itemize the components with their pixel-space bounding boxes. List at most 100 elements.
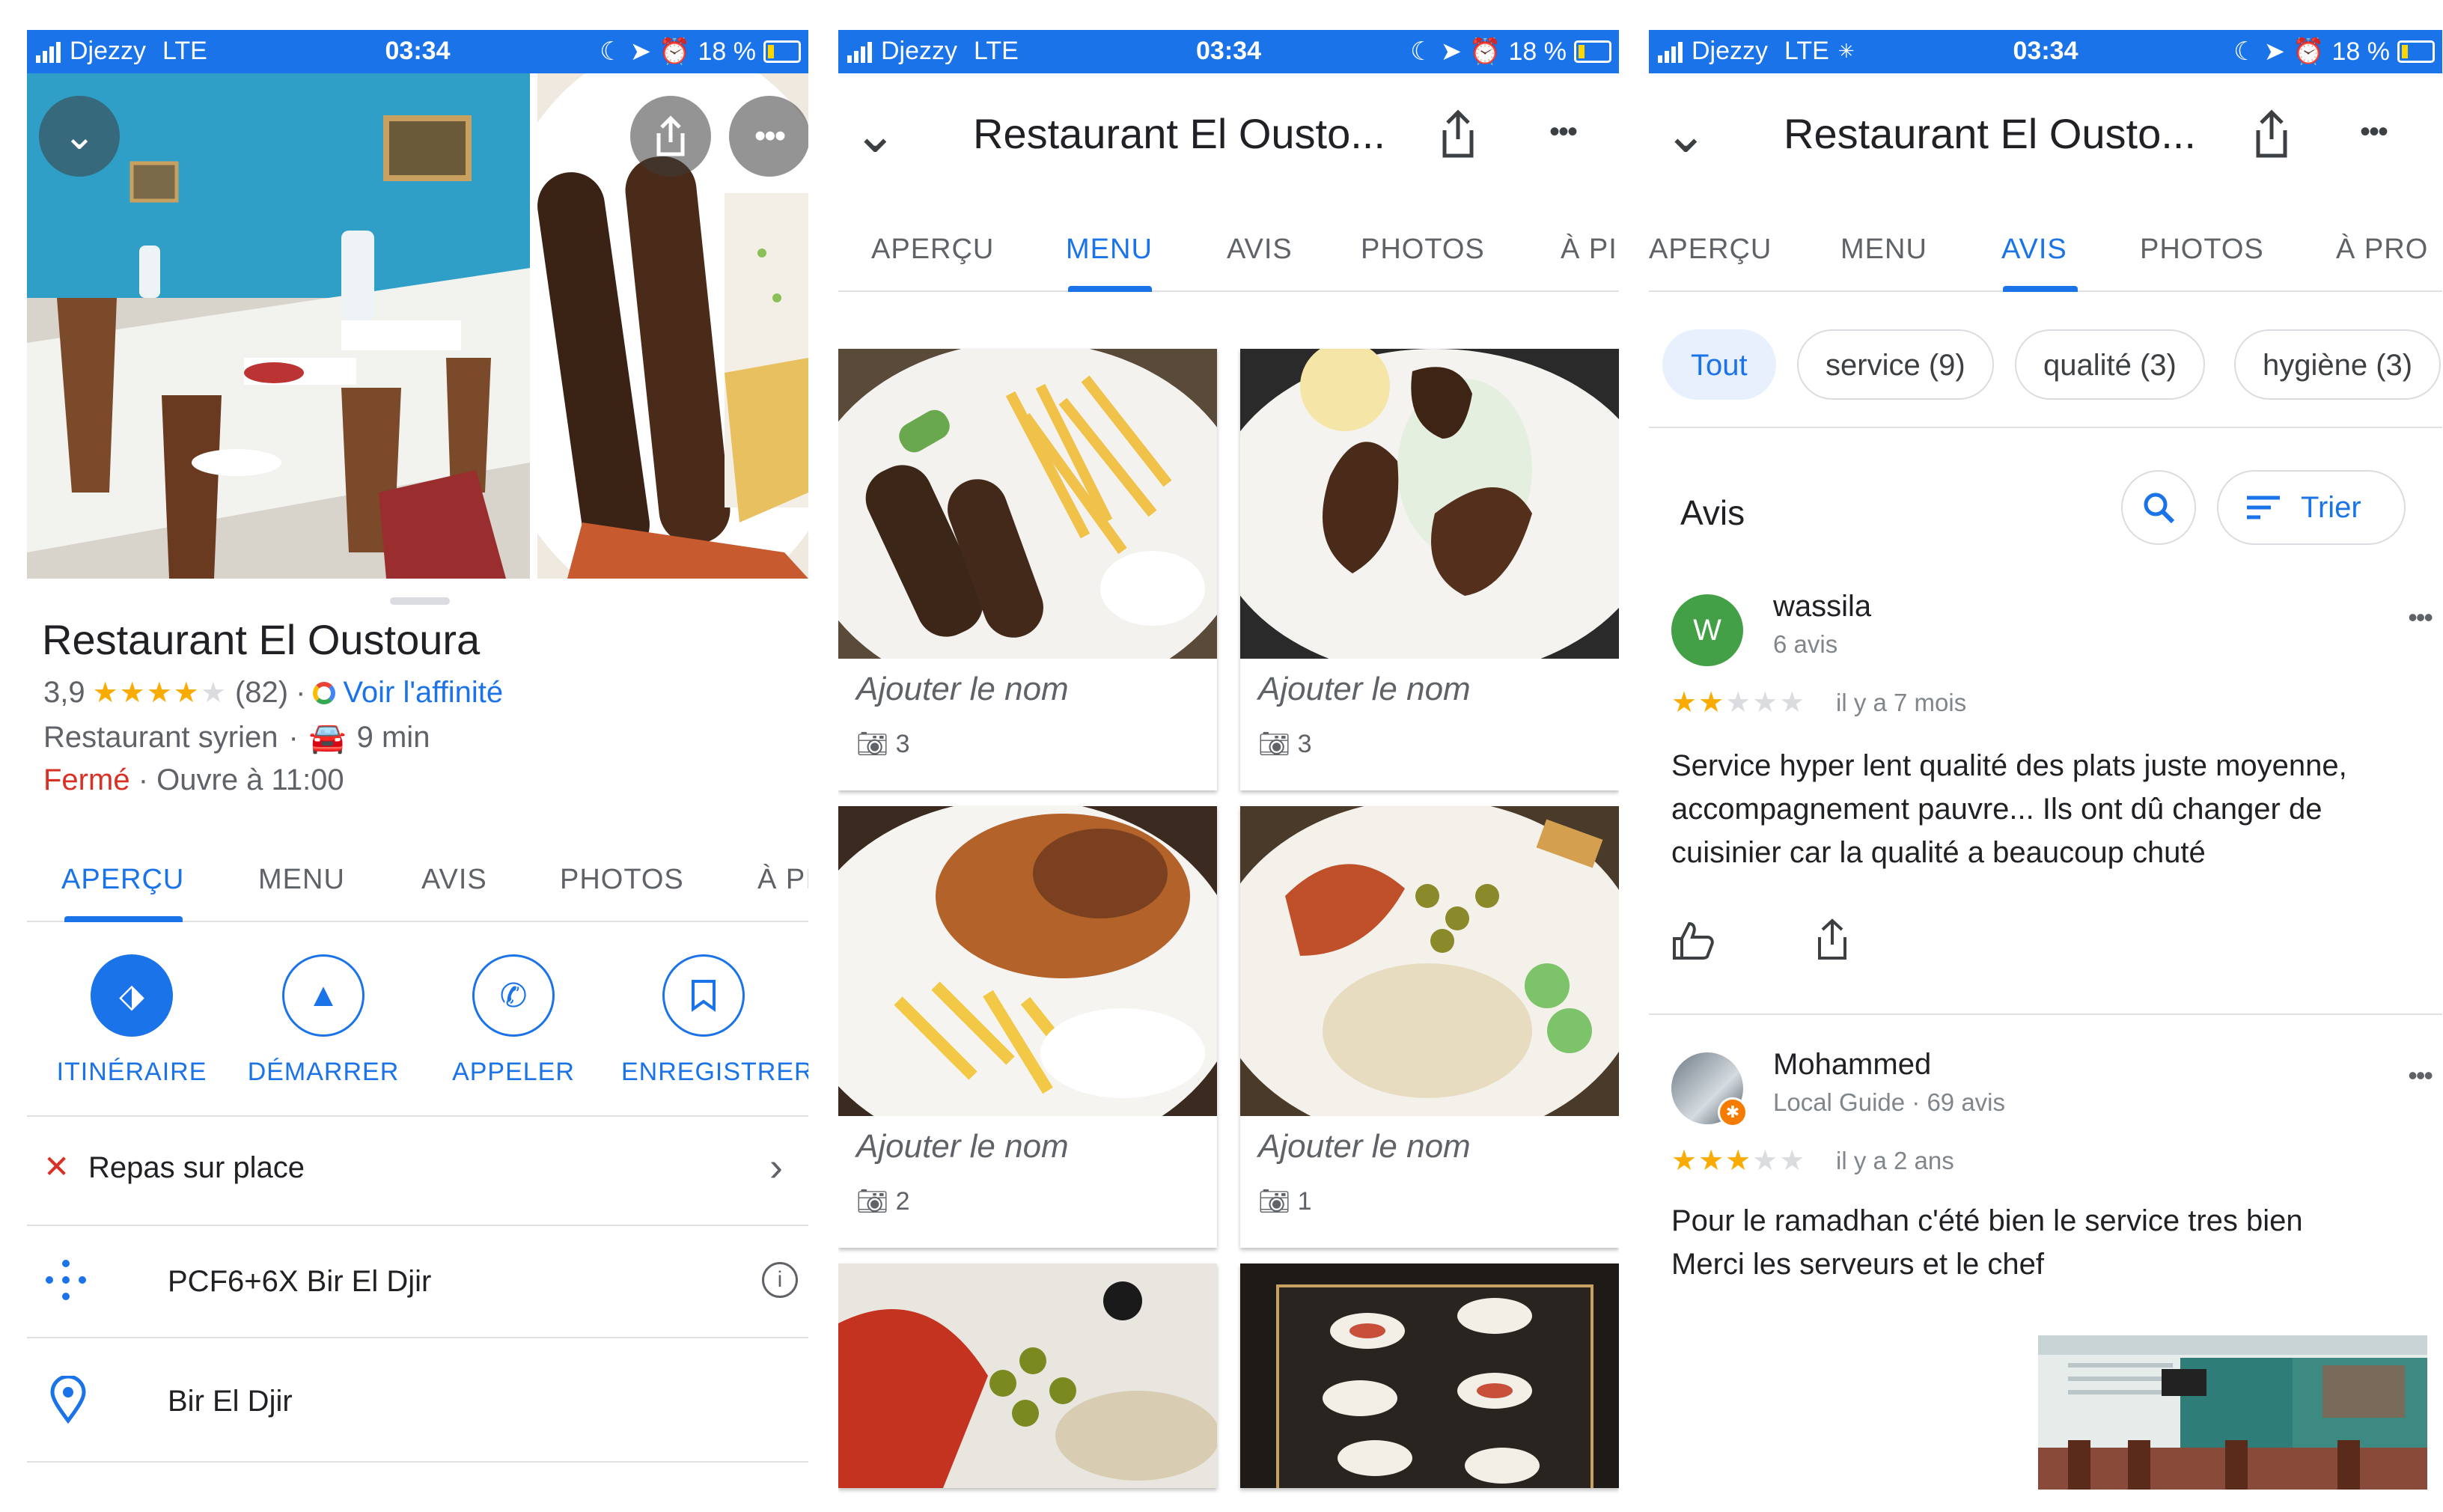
opening-time: Ouvre à 11:00 (156, 763, 344, 796)
reviews-section-title: Avis (1680, 493, 1745, 532)
menu-item-card[interactable] (838, 1263, 1217, 1488)
tab-apercu[interactable]: APERÇU (1649, 208, 1772, 290)
battery-icon (1574, 40, 1611, 63)
review-text-line: Pour le ramadhan c'été bien le service t… (1671, 1204, 2303, 1237)
tab-photos[interactable]: PHOTOS (560, 838, 684, 921)
review-date: il y a 2 ans (1836, 1147, 1954, 1174)
more-icon: ••• (754, 118, 786, 154)
menu-item-card[interactable]: Ajouter le nom 📷︎ 1 (1240, 806, 1619, 1248)
tab-photos[interactable]: PHOTOS (2140, 208, 2264, 290)
share-button[interactable] (1440, 109, 1476, 162)
photo-count: 1 (1297, 1187, 1312, 1216)
review-photo[interactable] (2038, 1335, 2427, 1490)
menu-item-card[interactable]: Ajouter le nom 📷︎ 2 (838, 806, 1217, 1248)
tab-menu[interactable]: MENU (1066, 208, 1153, 290)
reviews-panel: Djezzy LTE ✳ 03:34 ☾ ➤ ⏰ 18 % ⌄ Restaura… (1649, 0, 2442, 1512)
status-bar: Djezzy LTE 03:34 ☾ ➤ ⏰ 18 % (27, 30, 808, 73)
menu-item-card[interactable]: Ajouter le nom 📷︎ 3 (838, 349, 1217, 790)
battery-icon (2397, 40, 2435, 63)
tab-indicator (2003, 286, 2078, 292)
review-author[interactable]: wassila (1773, 590, 1871, 624)
tab-a-propos[interactable]: À PRO (2336, 208, 2428, 290)
moon-icon: ☾ (1410, 37, 1433, 66)
place-title: Restaurant El Oustoura (42, 616, 481, 663)
review-text-line: cuisinier car la qualité a beaucoup chut… (1671, 836, 2206, 869)
category-row: Restaurant syrien · 🚘 9 min (43, 721, 430, 755)
reviews-count[interactable]: (82) (235, 676, 288, 710)
collapse-button[interactable]: ⌄ (39, 96, 120, 177)
hours-row[interactable]: Fermé · Ouvre à 11:00 (43, 763, 344, 797)
menu-panel: Djezzy LTE 03:34 ☾ ➤ ⏰ 18 % ⌄ Restaurant… (838, 0, 1619, 1512)
tab-apercu[interactable]: APERÇU (871, 208, 994, 290)
back-button[interactable]: ⌄ (853, 103, 897, 165)
menu-item-card[interactable]: Ajouter le nom 📷︎ 3 (1240, 349, 1619, 790)
directions-button[interactable]: ⬗ ITINÉRAIRE (49, 954, 214, 1087)
share-button[interactable] (2254, 109, 2290, 162)
header-title: Restaurant El Ousto... (973, 110, 1385, 157)
dine-in-label: Repas sur place (88, 1151, 305, 1184)
start-button[interactable]: ▲ DÉMARRER (241, 954, 406, 1087)
menu-item-name[interactable]: Ajouter le nom (1258, 1128, 1471, 1165)
more-icon[interactable]: ••• (2408, 1060, 2433, 1091)
review-text-line: Merci les serveurs et le chef (1671, 1248, 2044, 1281)
hero-photos[interactable]: ⌄ ••• (27, 73, 808, 579)
battery-icon (763, 40, 801, 63)
more-icon[interactable]: ••• (2360, 115, 2388, 149)
plus-code-row[interactable]: PCF6+6X Bir El Djir i (27, 1225, 808, 1338)
menu-board-card[interactable] (1240, 1263, 1619, 1488)
drag-handle[interactable] (390, 597, 450, 605)
menu-item-name[interactable]: Ajouter le nom (856, 671, 1069, 708)
share-button[interactable] (630, 96, 711, 177)
chevron-down-icon: ⌄ (63, 115, 96, 158)
menu-item-photo (1240, 806, 1619, 1116)
review-text: Service hyper lent qualité des plats jus… (1671, 744, 2435, 874)
chip-hygiene[interactable]: hygiène (3) (2234, 329, 2442, 400)
more-icon[interactable]: ••• (1549, 115, 1578, 149)
share-icon (1442, 109, 1474, 158)
location-pin-icon (50, 1376, 86, 1424)
moon-icon: ☾ (2233, 37, 2257, 66)
review-author[interactable]: Mohammed (1773, 1048, 1931, 1082)
thumbs-up-icon[interactable] (1671, 921, 1715, 961)
menu-item-name[interactable]: Ajouter le nom (1258, 671, 1471, 708)
more-button[interactable]: ••• (729, 96, 808, 177)
tab-apercu[interactable]: APERÇU (61, 838, 184, 921)
chip-quality[interactable]: qualité (3) (2015, 329, 2205, 400)
tab-a-propos[interactable]: À PI (1561, 208, 1617, 290)
status-bar: Djezzy LTE 03:34 ☾ ➤ ⏰ 18 % (838, 30, 1619, 73)
review-item: ✱ Mohammed Local Guide · 69 avis ••• ★★★… (1649, 1030, 2442, 1509)
camera-icon: 📷︎ (1258, 730, 1291, 758)
call-button[interactable]: ✆ APPELER (431, 954, 596, 1087)
review-text-line: Service hyper lent qualité des plats jus… (1671, 749, 2347, 782)
affinity-link[interactable]: Voir l'affinité (343, 676, 503, 710)
info-icon[interactable]: i (762, 1262, 798, 1298)
more-icon[interactable]: ••• (2408, 602, 2433, 633)
tab-menu[interactable]: MENU (258, 838, 345, 921)
save-button[interactable]: ENREGISTRER (621, 954, 808, 1087)
tab-avis[interactable]: AVIS (2001, 208, 2067, 290)
location-arrow-icon: ➤ (629, 37, 652, 66)
sort-button[interactable]: Trier (2217, 470, 2406, 545)
review-stars: ★★★★★ (1671, 687, 1807, 719)
chip-service[interactable]: service (9) (1797, 329, 1994, 400)
sort-label: Trier (2301, 490, 2361, 524)
rating-stars: ★★★★★ (92, 677, 228, 709)
review-text-line: accompagnement pauvre... Ils ont dû chan… (1671, 793, 2322, 826)
tab-avis[interactable]: AVIS (1227, 208, 1293, 290)
tab-a-propos[interactable]: À PI (757, 838, 808, 921)
avatar[interactable]: ✱ (1671, 1052, 1748, 1127)
search-reviews-button[interactable] (2121, 470, 2196, 545)
tab-photos[interactable]: PHOTOS (1361, 208, 1485, 290)
alarm-icon: ⏰ (659, 37, 691, 66)
back-button[interactable]: ⌄ (1664, 103, 1708, 165)
drive-time: 9 min (356, 721, 430, 754)
chip-all[interactable]: Tout (1662, 329, 1776, 400)
avatar[interactable]: W (1671, 594, 1743, 666)
locality-row[interactable]: Bir El Djir (27, 1338, 808, 1463)
dine-in-row[interactable]: ✕ Repas sur place › (27, 1115, 808, 1226)
tab-avis[interactable]: AVIS (421, 838, 487, 921)
tab-menu[interactable]: MENU (1840, 208, 1927, 290)
menu-item-name[interactable]: Ajouter le nom (856, 1128, 1069, 1165)
camera-icon: 📷︎ (1258, 1187, 1291, 1216)
share-icon[interactable] (1815, 918, 1849, 961)
